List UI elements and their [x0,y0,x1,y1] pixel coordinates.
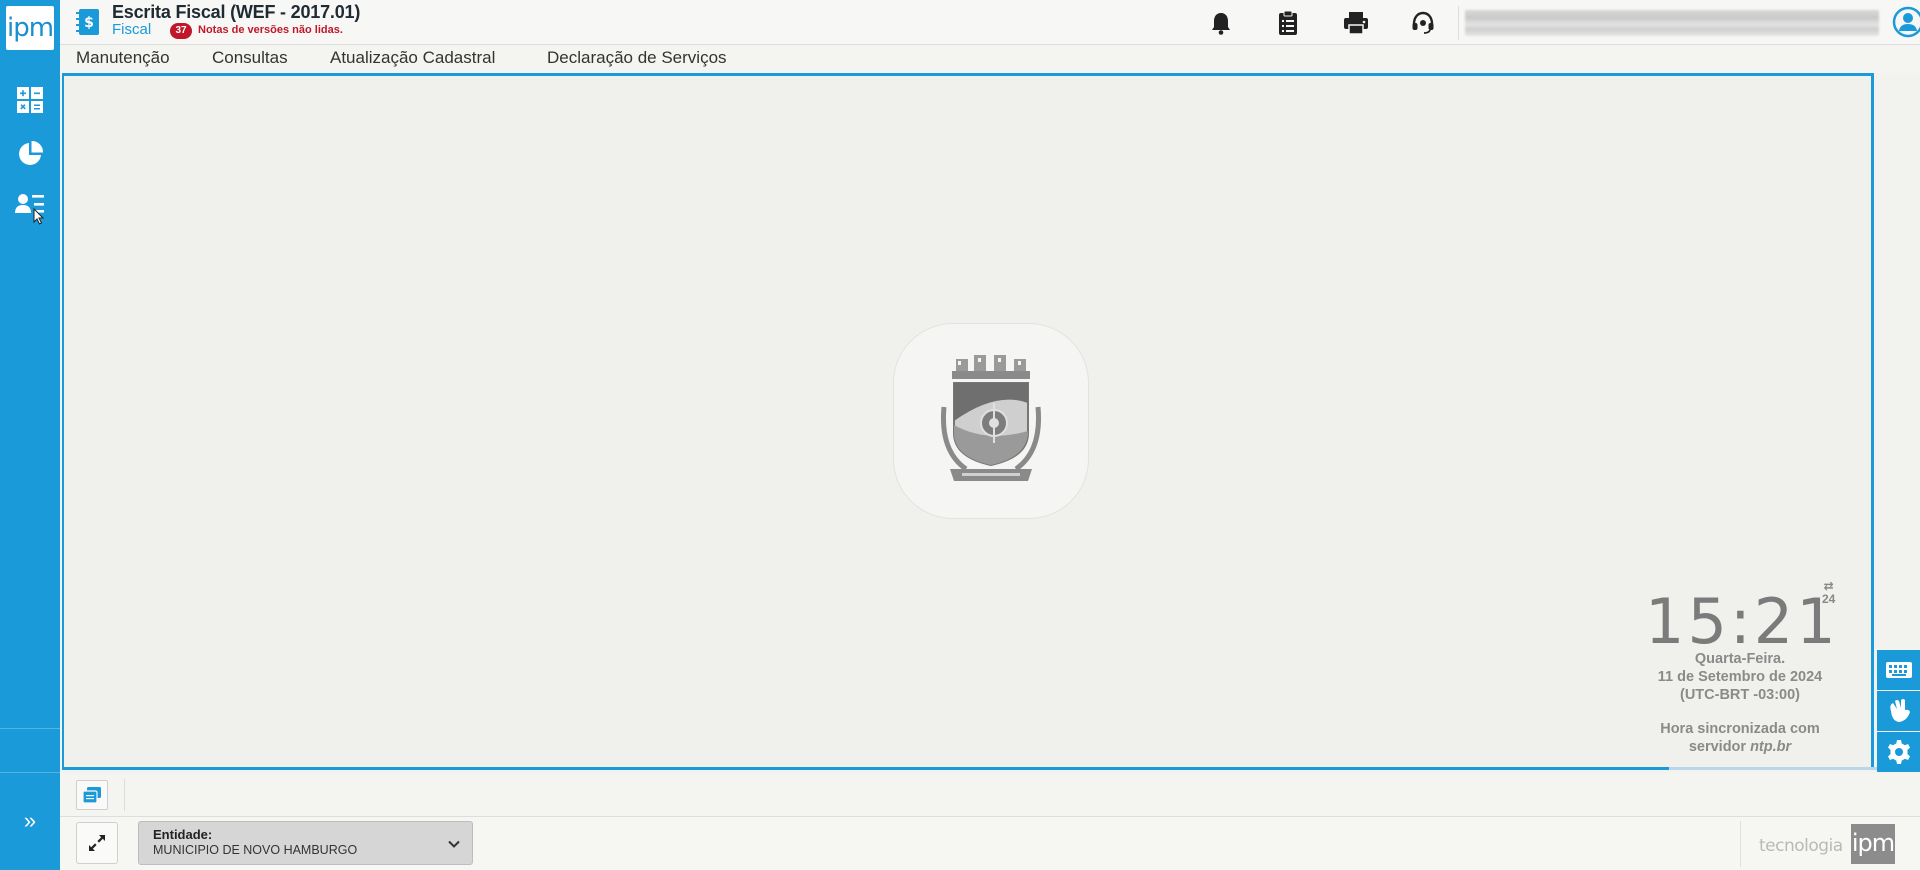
header-separator [1458,6,1459,40]
clock-sync-prefix: servidor [1688,739,1751,755]
clock-format-label: 24 [1822,592,1836,606]
clock-format-toggle[interactable]: ⇄ 24 [1822,580,1835,606]
ipm-brand: tecnologia ipm [1740,821,1920,867]
notes-unread-link[interactable]: Notas de versões não lidas. [198,24,343,36]
menu-manutencao[interactable]: Manutenção [76,48,170,68]
app-module-name: Fiscal [112,21,152,38]
menu-bar: Manutenção Consultas Atualização Cadastr… [60,45,1920,73]
fiscal-book-icon: $ [76,8,100,36]
pie-chart-icon[interactable] [12,136,48,172]
clock-date: 11 de Setembro de 2024 [1657,669,1823,685]
left-sidebar: ipm » [0,0,60,870]
sidebar-divider [0,728,60,729]
top-header: $ Escrita Fiscal (WEF - 2017.01) Fiscal … [60,0,1920,45]
expand-arrows-icon [89,835,105,851]
sign-language-icon[interactable] [1877,691,1920,731]
menu-consultas[interactable]: Consultas [212,48,288,68]
entity-label: Entidade: [153,827,213,842]
expand-sidebar-button[interactable]: » [12,803,48,839]
clock-sync-line1: Hora sincronizada com [1660,721,1820,737]
svg-text:$: $ [84,15,94,31]
calculator-icon[interactable] [12,82,48,118]
clock-sync-server: ntp.br [1750,739,1792,755]
keyboard-icon[interactable] [1877,650,1920,690]
menu-atualizacao-cadastral[interactable]: Atualização Cadastral [330,48,495,68]
settings-icon[interactable] [1877,732,1920,772]
tab-separator [124,779,125,811]
printer-icon[interactable] [1341,8,1371,38]
user-avatar-icon[interactable] [1892,6,1920,38]
brand-logo: ipm [1851,824,1895,864]
clock-sync-info: Hora sincronizada com servidor ntp.br [1630,720,1850,756]
ipm-logo[interactable]: ipm [6,6,54,50]
sidebar-divider [0,772,60,773]
clock-timezone: (UTC-BRT -03:00) [1679,687,1801,703]
entity-value: MUNICIPIO DE NOVO HAMBURGO [153,843,358,857]
clock-sync-line2: servidor ntp.br [1630,738,1850,756]
window-tab-bar [60,773,1920,817]
app-title: Escrita Fiscal (WEF - 2017.01) [112,2,361,22]
brand-text: tecnologia [1759,836,1843,856]
user-info-redacted[interactable] [1465,10,1879,36]
user-list-icon[interactable] [12,190,48,226]
menu-declaracao-servicos[interactable]: Declaração de Serviços [547,48,727,68]
chevron-down-icon [448,840,460,848]
headset-icon[interactable] [1408,8,1438,38]
clipboard-icon[interactable] [1273,8,1303,38]
clock-time: 15:21 [1645,585,1839,658]
clock-weekday: Quarta-Feira. [1694,651,1786,667]
bell-icon[interactable] [1206,8,1236,38]
clock-date-info: Quarta-Feira. 11 de Setembro de 2024 (UT… [1630,650,1850,704]
open-windows-button[interactable] [76,780,108,810]
bottom-status-bar: Entidade: MUNICIPIO DE NOVO HAMBURGO tec… [60,817,1920,870]
notes-count-badge[interactable]: 37 [170,23,192,39]
municipal-coat-of-arms [893,323,1089,519]
fullscreen-button[interactable] [76,822,118,864]
entity-select[interactable]: Entidade: MUNICIPIO DE NOVO HAMBURGO [138,821,473,865]
